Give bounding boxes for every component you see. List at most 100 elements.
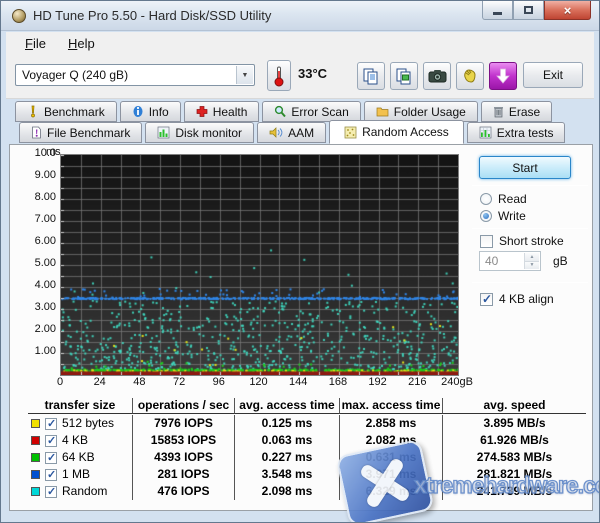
series-checkbox-4-kb[interactable] <box>45 435 57 447</box>
mode-option-read[interactable]: Read <box>480 192 527 206</box>
x-tick: 72 <box>157 376 201 388</box>
tab-disk-monitor[interactable]: Disk monitor <box>145 122 254 143</box>
spin-up-icon[interactable]: ▲ <box>525 253 539 262</box>
table-cell: 3.548 ms <box>234 466 339 483</box>
table-cell: 281 IOPS <box>132 466 234 483</box>
tab-label: AAM <box>288 126 314 140</box>
chevron-down-icon[interactable]: ▼ <box>236 66 253 84</box>
column-header-avg-speed: avg. speed <box>442 398 586 414</box>
table-cell: 2.082 ms <box>339 432 442 449</box>
save-download-icon <box>496 68 510 84</box>
menubar: FileHelp <box>6 32 594 55</box>
tab-health[interactable]: Health <box>184 101 260 122</box>
x-tick: 168 <box>316 376 360 388</box>
series-checkbox-512-bytes[interactable] <box>45 418 57 430</box>
options-button[interactable] <box>456 62 484 90</box>
table-cell: 2.858 ms <box>339 415 442 432</box>
column-header-max-access-time: max. access time <box>339 398 442 414</box>
temperature-button[interactable] <box>267 60 291 91</box>
short-stroke-size-value: 40 <box>485 254 498 268</box>
table-cell: 3.971 ms <box>339 466 442 483</box>
copy-text-button[interactable] <box>357 62 385 90</box>
drive-select-value: Voyager Q (240 gB) <box>22 68 128 82</box>
table-cell: 3.895 MB/s <box>442 415 586 432</box>
y-tick: 2.00 <box>12 323 56 336</box>
separator <box>472 185 588 186</box>
temperature-value: 33°C <box>298 66 327 81</box>
short-stroke-checkbox[interactable] <box>480 235 493 248</box>
tab-random-access[interactable]: Random Access <box>329 120 464 144</box>
table-cell: 0.631 ms <box>339 449 442 466</box>
kb-align-option[interactable]: 4 KB align <box>480 292 554 306</box>
series-color-swatch <box>31 436 40 445</box>
tab-erase[interactable]: Erase <box>481 101 552 122</box>
x-tick: 120 <box>237 376 281 388</box>
series-color-swatch <box>31 453 40 462</box>
series-label: Random <box>62 483 107 500</box>
minimize-button[interactable] <box>482 1 513 20</box>
random-access-panel: ms 10.09.008.007.006.005.004.003.002.001… <box>9 144 593 511</box>
titlebar: HD Tune Pro 5.50 - Hard Disk/SSD Utility… <box>1 1 599 31</box>
series-label: 64 KB <box>62 449 95 466</box>
tab-label: Health <box>213 105 248 119</box>
copy-image-button[interactable] <box>390 62 418 90</box>
short-stroke-unit: gB <box>553 254 568 268</box>
radio-read[interactable] <box>480 193 492 205</box>
mode-option-write[interactable]: Write <box>480 209 526 223</box>
results-table: transfer sizeoperations / secavg. access… <box>28 398 586 500</box>
app-icon <box>12 9 26 23</box>
kb-align-checkbox[interactable] <box>480 293 493 306</box>
separator <box>472 228 588 229</box>
short-stroke-option[interactable]: Short stroke <box>480 234 564 248</box>
tab-error-scan[interactable]: Error Scan <box>262 101 360 122</box>
y-tick: 9.00 <box>12 169 56 182</box>
kb-align-label: 4 KB align <box>499 292 554 306</box>
y-tick: 1.00 <box>12 345 56 358</box>
download-button[interactable] <box>489 62 517 90</box>
close-button[interactable]: × <box>544 1 591 20</box>
x-tick: 0 <box>38 376 82 388</box>
spinner-arrows[interactable]: ▲▼ <box>524 253 539 269</box>
table-row-label: 64 KB <box>28 449 132 466</box>
column-header-operations-sec: operations / sec <box>132 398 234 414</box>
radio-label: Read <box>498 192 527 206</box>
tab-label: Disk monitor <box>175 126 242 140</box>
tab-benchmark[interactable]: Benchmark <box>15 101 117 122</box>
series-checkbox-64-kb[interactable] <box>45 452 57 464</box>
tab-info[interactable]: Info <box>120 101 181 122</box>
window-title: HD Tune Pro 5.50 - Hard Disk/SSD Utility <box>33 1 271 31</box>
copy-image-icon <box>395 67 413 85</box>
app-window: HD Tune Pro 5.50 - Hard Disk/SSD Utility… <box>0 0 600 523</box>
maximize-button[interactable] <box>513 1 544 20</box>
start-button[interactable]: Start <box>479 156 571 179</box>
y-tick: 4.00 <box>12 279 56 292</box>
tab-extra-tests[interactable]: Extra tests <box>467 122 566 143</box>
radio-label: Write <box>498 209 526 223</box>
tab-label: Error Scan <box>291 105 348 119</box>
tab-label: Folder Usage <box>394 105 466 119</box>
tab-label: Benchmark <box>44 105 105 119</box>
short-stroke-size-input[interactable]: 40 ▲▼ <box>479 251 541 271</box>
x-tick: 24 <box>78 376 122 388</box>
tab-label: Erase <box>509 105 540 119</box>
table-cell: 274.583 MB/s <box>442 449 586 466</box>
tab-aam[interactable]: AAM <box>257 122 326 143</box>
menu-file[interactable]: File <box>14 34 57 53</box>
table-row-label: 512 bytes <box>28 415 132 432</box>
menu-help[interactable]: Help <box>57 34 106 53</box>
spin-down-icon[interactable]: ▼ <box>525 262 539 270</box>
table-cell: 7976 IOPS <box>132 415 234 432</box>
tab-folder-usage[interactable]: Folder Usage <box>364 101 478 122</box>
y-tick: 8.00 <box>12 191 56 204</box>
radio-write[interactable] <box>480 210 492 222</box>
access-time-scatter-chart <box>60 154 459 376</box>
screenshot-button[interactable] <box>423 62 451 90</box>
series-checkbox-1-mb[interactable] <box>45 469 57 481</box>
series-color-swatch <box>31 470 40 479</box>
series-checkbox-random[interactable] <box>45 486 57 498</box>
drive-select[interactable]: Voyager Q (240 gB) ▼ <box>15 64 255 86</box>
exit-button[interactable]: Exit <box>523 62 583 88</box>
tab-file-benchmark[interactable]: File Benchmark <box>19 122 142 143</box>
table-cell: 476 IOPS <box>132 483 234 500</box>
y-tick: 3.00 <box>12 301 56 314</box>
